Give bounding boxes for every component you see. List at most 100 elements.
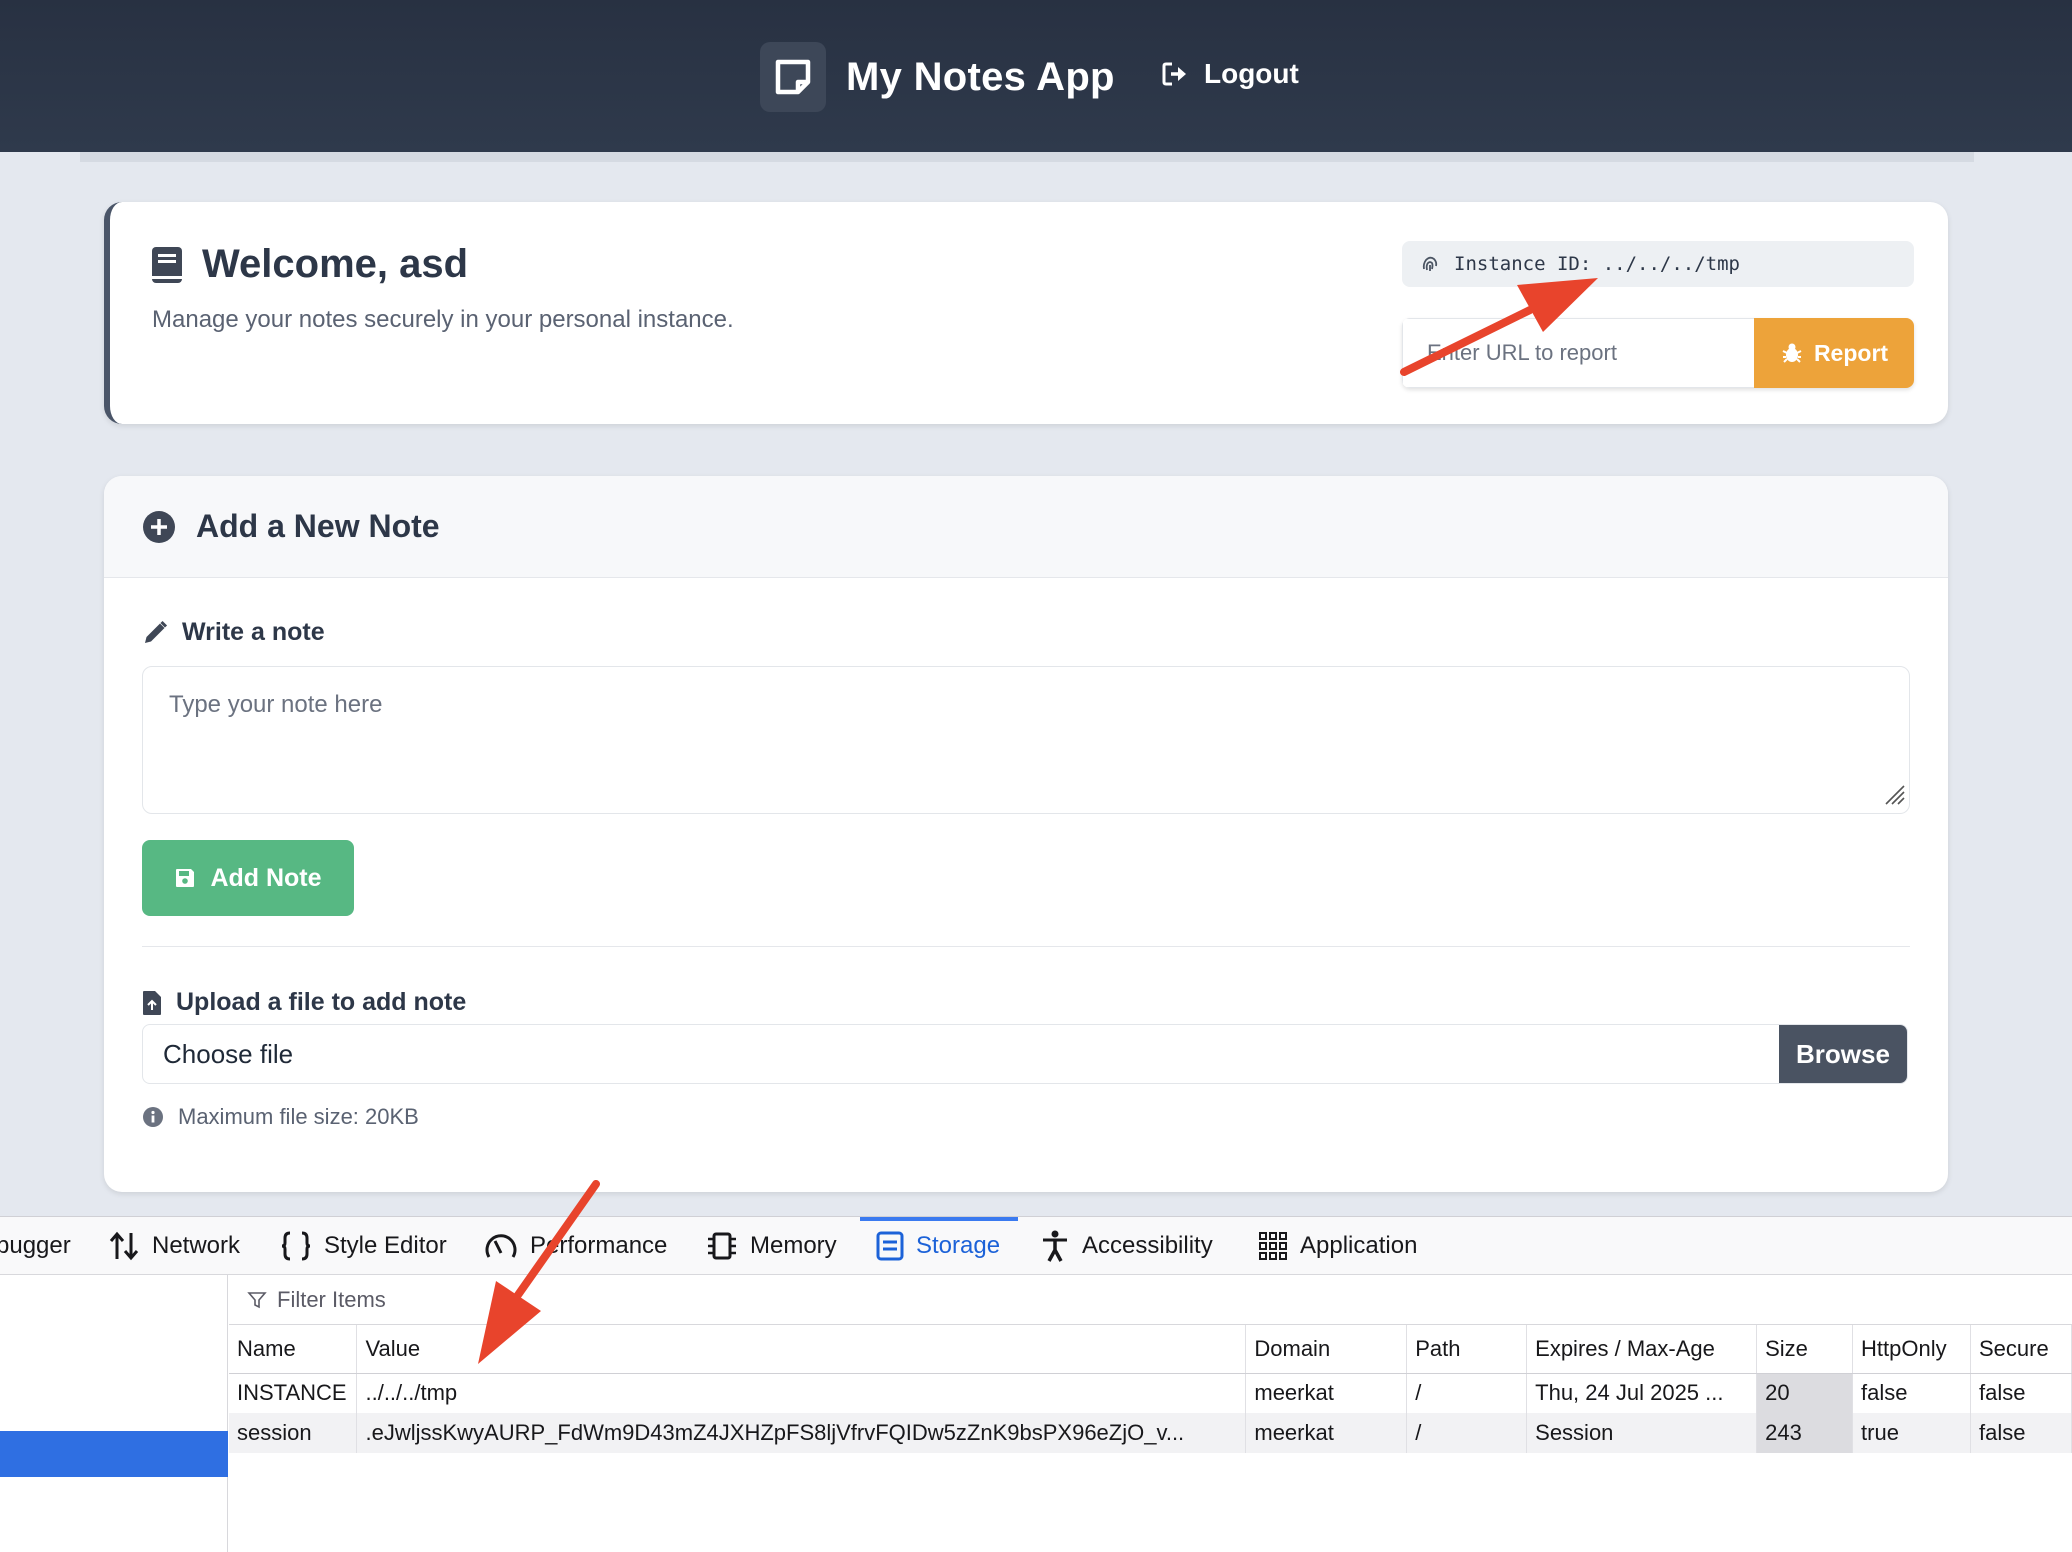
brand[interactable]: My Notes App <box>760 42 1115 112</box>
tab-memory-label: Memory <box>750 1232 837 1259</box>
welcome-heading: Welcome, asd <box>150 242 468 287</box>
add-note-card: Add a New Note Write a note Add Note Upl… <box>104 476 1948 1192</box>
column-header[interactable]: Value <box>356 1325 1247 1374</box>
accessibility-icon <box>1043 1230 1067 1262</box>
column-header[interactable]: Domain <box>1245 1325 1408 1374</box>
cookie-path: / <box>1406 1373 1528 1413</box>
bug-icon <box>1782 343 1802 363</box>
app-header: My Notes App Logout <box>0 0 2072 152</box>
sign-out-icon <box>1162 62 1186 86</box>
report-form: Report <box>1402 318 1914 388</box>
add-note-label: Add Note <box>210 863 322 892</box>
storage-sidebar <box>0 1275 228 1552</box>
add-note-title: Add a New Note <box>196 508 440 544</box>
upload-label-text: Upload a file to add note <box>176 988 467 1016</box>
write-note-text: Write a note <box>182 618 325 646</box>
app-title: My Notes App <box>846 54 1115 99</box>
add-note-button[interactable]: Add Note <box>142 840 354 916</box>
cookie-path: / <box>1406 1413 1528 1453</box>
tab-application[interactable]: Application <box>1258 1217 1417 1275</box>
plus-circle-icon <box>143 510 175 543</box>
devtools-panel: bugger Network Style Editor Performance … <box>0 1216 2072 1552</box>
tab-accessibility[interactable]: Accessibility <box>1040 1217 1213 1275</box>
cookie-httponly: true <box>1852 1413 1971 1453</box>
fingerprint-icon <box>1422 256 1438 271</box>
cookie-domain: meerkat <box>1245 1373 1408 1413</box>
cookie-secure: false <box>1970 1413 2072 1453</box>
section-divider <box>142 946 1910 947</box>
file-size-hint-text: Maximum file size: 20KB <box>178 1104 419 1129</box>
file-input[interactable]: Choose file Browse <box>142 1024 1908 1084</box>
logout-link[interactable]: Logout <box>1162 58 1299 90</box>
filter-items-input[interactable] <box>277 1286 677 1313</box>
tab-network[interactable]: Network <box>108 1217 240 1275</box>
header-underline <box>80 152 1974 162</box>
choose-file-label[interactable]: Choose file <box>143 1025 1779 1083</box>
cookie-value: .eJwljssKwyAURP_FdWm9D43mZ4JXHZpFS8ljVfr… <box>356 1413 1247 1453</box>
cookie-domain: meerkat <box>1245 1413 1408 1453</box>
cookie-size: 20 <box>1756 1373 1854 1413</box>
tab-storage-label: Storage <box>916 1232 1001 1259</box>
storage-icon <box>876 1231 904 1261</box>
browse-button[interactable]: Browse <box>1779 1025 1907 1083</box>
info-circle-icon <box>143 1107 163 1127</box>
file-size-hint: Maximum file size: 20KB <box>142 1104 419 1130</box>
tab-network-label: Network <box>152 1232 241 1259</box>
pencil-icon <box>145 620 168 643</box>
write-note-label: Write a note <box>142 618 325 647</box>
book-icon <box>152 246 182 283</box>
save-icon <box>176 869 195 887</box>
report-button-label: Report <box>1813 339 1889 366</box>
cookie-size: 243 <box>1756 1413 1854 1453</box>
welcome-subtitle: Manage your notes securely in your perso… <box>152 306 734 333</box>
tab-accessibility-label: Accessibility <box>1082 1232 1213 1259</box>
devtools-tabbar: bugger Network Style Editor Performance … <box>0 1217 2072 1275</box>
cookie-name: session <box>229 1413 358 1453</box>
table-row[interactable]: session .eJwljssKwyAURP_FdWm9D43mZ4JXHZp… <box>229 1413 2072 1453</box>
add-note-heading: Add a New Note <box>142 508 440 545</box>
column-header[interactable]: HttpOnly <box>1852 1325 1971 1374</box>
column-header[interactable]: Name <box>229 1325 358 1374</box>
report-url-input[interactable] <box>1402 318 1754 388</box>
column-header[interactable]: Path <box>1406 1325 1528 1374</box>
braces-icon <box>281 1231 311 1261</box>
cookie-expires: Thu, 24 Jul 2025 ... <box>1526 1373 1758 1413</box>
tab-storage[interactable]: Storage <box>860 1217 1019 1275</box>
gauge-icon <box>485 1234 517 1258</box>
tab-performance[interactable]: Performance <box>484 1217 667 1275</box>
network-arrows-icon <box>109 1231 139 1261</box>
cookie-httponly: false <box>1852 1373 1971 1413</box>
tab-style-editor[interactable]: Style Editor <box>280 1217 447 1275</box>
tab-debugger-label: bugger <box>0 1232 71 1259</box>
cookie-expires: Session <box>1526 1413 1758 1453</box>
cookie-name: INSTANCE <box>229 1373 358 1413</box>
note-textarea[interactable] <box>142 666 1910 814</box>
tab-performance-label: Performance <box>530 1232 668 1259</box>
instance-id-text: Instance ID: ../../../tmp <box>1454 253 1740 275</box>
tab-style-editor-label: Style Editor <box>324 1232 447 1259</box>
instance-id-badge: Instance ID: ../../../tmp <box>1402 241 1914 287</box>
report-button[interactable]: Report <box>1754 318 1914 388</box>
logout-label: Logout <box>1204 58 1299 89</box>
welcome-card: Welcome, asd Manage your notes securely … <box>104 202 1948 424</box>
add-note-header: Add a New Note <box>104 476 1948 578</box>
filter-icon <box>247 1291 267 1308</box>
tab-debugger[interactable]: bugger <box>0 1217 71 1275</box>
cookie-table: Name Value Domain Path Expires / Max-Age… <box>229 1325 2072 1453</box>
sticky-note-icon <box>760 42 826 112</box>
grid-icon <box>1259 1232 1287 1260</box>
column-header[interactable]: Secure <box>1970 1325 2072 1374</box>
tab-memory[interactable]: Memory <box>706 1217 837 1275</box>
column-header[interactable]: Size <box>1756 1325 1854 1374</box>
column-header[interactable]: Expires / Max-Age <box>1526 1325 1758 1374</box>
file-upload-icon <box>143 990 161 1015</box>
sidebar-selected-item[interactable] <box>0 1431 228 1477</box>
cookie-secure: false <box>1970 1373 2072 1413</box>
filter-bar <box>229 1275 2072 1325</box>
tab-application-label: Application <box>1300 1232 1418 1259</box>
table-row[interactable]: INSTANCE ../../../tmp meerkat / Thu, 24 … <box>229 1373 2072 1413</box>
chip-icon <box>708 1232 736 1260</box>
table-header-row: Name Value Domain Path Expires / Max-Age… <box>229 1325 2072 1374</box>
cookie-value: ../../../tmp <box>356 1373 1247 1413</box>
resize-grip-icon[interactable] <box>1882 782 1906 806</box>
